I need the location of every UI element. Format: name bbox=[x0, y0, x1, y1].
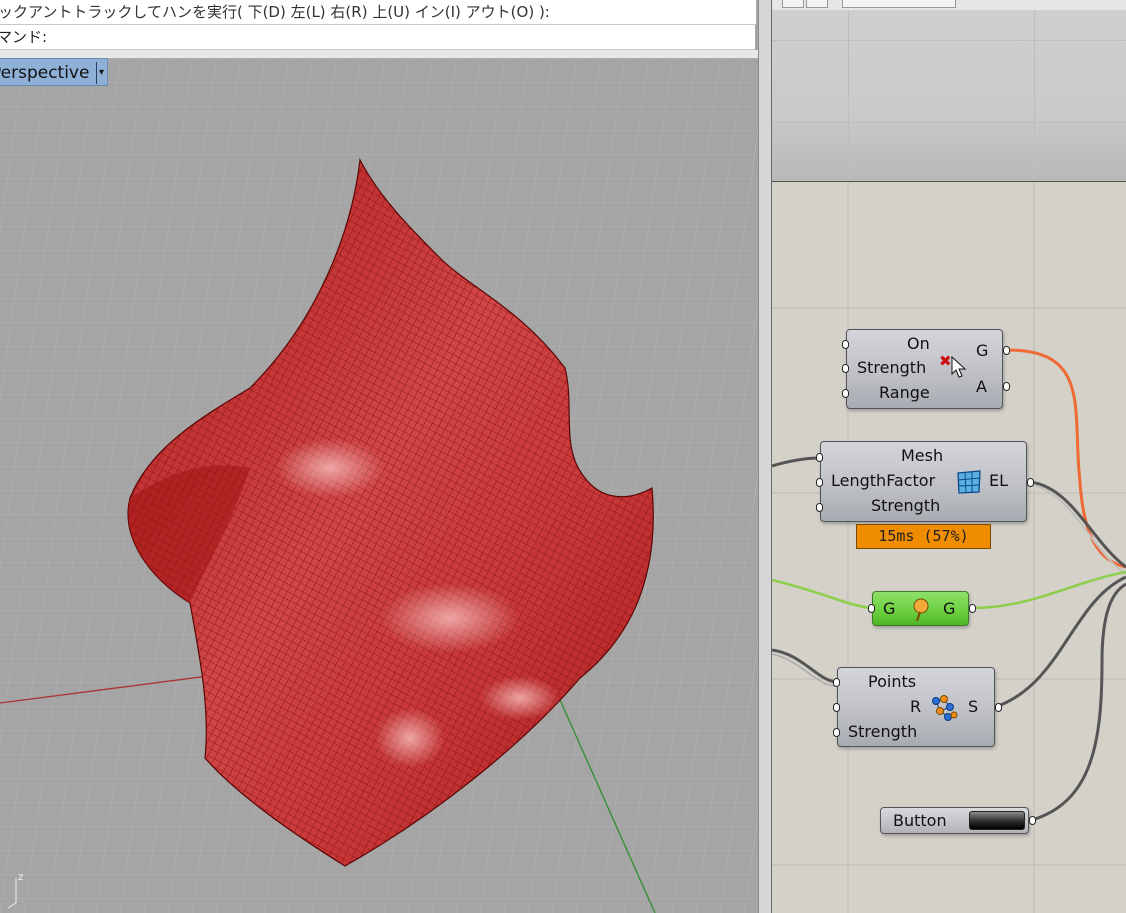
viewport-tab-separator bbox=[96, 62, 97, 84]
wire-mesh-input[interactable] bbox=[772, 456, 821, 468]
input-label-r: R bbox=[910, 697, 922, 716]
grid-line bbox=[1034, 10, 1035, 181]
wire-button-output[interactable] bbox=[1031, 582, 1126, 822]
button-press-area[interactable] bbox=[969, 811, 1025, 830]
wire-el-output-shadow bbox=[1029, 483, 1126, 575]
wire-el-output[interactable] bbox=[1029, 480, 1126, 569]
grid-line bbox=[772, 40, 1126, 41]
goal-pin-icon bbox=[913, 598, 929, 622]
input-grip[interactable] bbox=[833, 703, 840, 712]
profiler-timer-badge: 15ms (57%) bbox=[856, 524, 991, 549]
tab-stub[interactable] bbox=[842, 0, 956, 8]
error-x-icon: ✖ bbox=[939, 352, 952, 370]
goal-object-component[interactable]: G G bbox=[872, 591, 969, 626]
grid-line bbox=[772, 122, 1126, 123]
input-label-lengthfactor: LengthFactor bbox=[831, 471, 936, 490]
input-label-strength: Strength bbox=[857, 358, 927, 377]
mesh-highlight bbox=[380, 583, 520, 653]
output-grip[interactable] bbox=[1029, 816, 1036, 825]
viewport-toolbar-strip bbox=[0, 50, 758, 58]
grasshopper-window: On Strength Range G A ✖ Mesh LengthFacto… bbox=[772, 0, 1126, 913]
gravity-force-component[interactable]: On Strength Range G A ✖ bbox=[846, 329, 1003, 409]
input-grip[interactable] bbox=[868, 604, 875, 613]
axis-label-z: z bbox=[18, 872, 23, 883]
edge-lengths-component[interactable]: Mesh LengthFactor Strength EL bbox=[820, 441, 1027, 522]
input-grip[interactable] bbox=[842, 340, 849, 349]
input-label-g: G bbox=[883, 599, 896, 618]
input-label-points: Points bbox=[868, 672, 917, 691]
tab-stub[interactable] bbox=[782, 0, 804, 8]
input-label-mesh: Mesh bbox=[901, 446, 944, 465]
input-grip[interactable] bbox=[842, 389, 849, 398]
wire-points-input[interactable] bbox=[772, 648, 837, 684]
input-grip[interactable] bbox=[816, 478, 823, 487]
output-label-a: A bbox=[976, 377, 987, 396]
grasshopper-panel-area bbox=[772, 10, 1126, 181]
input-grip[interactable] bbox=[816, 453, 823, 462]
grasshopper-canvas[interactable]: On Strength Range G A ✖ Mesh LengthFacto… bbox=[772, 181, 1126, 913]
command-history-line: ックアントトラックしてハンを実行( 下(D) 左(L) 右(R) 上(U) イン… bbox=[0, 0, 756, 25]
input-label-strength: Strength bbox=[848, 722, 918, 741]
output-label-g: G bbox=[943, 599, 956, 618]
output-grip[interactable] bbox=[1027, 478, 1034, 487]
output-grip[interactable] bbox=[995, 703, 1002, 712]
output-grip[interactable] bbox=[969, 604, 976, 613]
input-label-strength: Strength bbox=[871, 496, 941, 515]
output-label-el: EL bbox=[989, 471, 1009, 490]
viewport-canvas: z bbox=[0, 58, 758, 913]
mouse-cursor-icon bbox=[951, 356, 967, 378]
button-component-label: Button bbox=[893, 811, 947, 830]
viewport-tab-label: Perspective bbox=[0, 63, 90, 83]
mesh-highlight bbox=[480, 676, 560, 720]
anchor-points-component[interactable]: Points R Strength S bbox=[837, 667, 995, 747]
wire-green-output[interactable] bbox=[971, 570, 1126, 610]
input-label-on: On bbox=[907, 334, 930, 353]
command-prompt-input[interactable]: マンド: bbox=[0, 25, 755, 50]
output-label-g: G bbox=[976, 341, 989, 360]
mesh-edge-icon bbox=[957, 470, 981, 494]
viewport-tab-perspective[interactable]: Perspective ▾ bbox=[0, 58, 108, 86]
mesh-highlight bbox=[275, 438, 385, 498]
grid-line bbox=[848, 10, 849, 181]
wire-points-input-shadow bbox=[772, 653, 835, 687]
wire-s-output[interactable] bbox=[997, 575, 1126, 708]
input-grip[interactable] bbox=[816, 503, 823, 512]
output-label-s: S bbox=[968, 697, 979, 716]
output-grip[interactable] bbox=[1003, 382, 1010, 391]
wire-green-input[interactable] bbox=[772, 578, 873, 610]
points-cluster-icon bbox=[932, 695, 958, 721]
input-grip[interactable] bbox=[842, 364, 849, 373]
input-grip[interactable] bbox=[833, 678, 840, 687]
button-component[interactable]: Button bbox=[880, 807, 1029, 834]
perspective-viewport[interactable]: z bbox=[0, 58, 758, 913]
window-splitter[interactable] bbox=[758, 0, 772, 913]
mesh-highlight bbox=[375, 708, 445, 768]
input-label-range: Range bbox=[879, 383, 930, 402]
tab-stub[interactable] bbox=[806, 0, 828, 8]
chevron-down-icon[interactable]: ▾ bbox=[99, 59, 104, 85]
rhino-window: ックアントトラックしてハンを実行( 下(D) 左(L) 右(R) 上(U) イン… bbox=[0, 0, 758, 913]
input-grip[interactable] bbox=[833, 728, 840, 737]
output-grip[interactable] bbox=[1003, 346, 1010, 355]
